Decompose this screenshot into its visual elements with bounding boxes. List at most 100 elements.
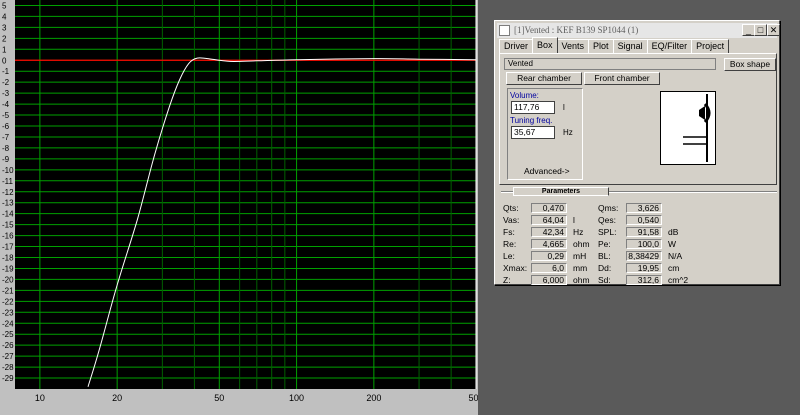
param-value: 42,34 (531, 227, 567, 237)
param-unit: Hz (573, 227, 584, 237)
parameters-caption: Parameters (513, 187, 609, 196)
y-tick-label: 4 (2, 12, 7, 21)
app-icon (499, 25, 510, 36)
y-tick-label: -9 (2, 155, 10, 164)
param-label: Z: (503, 275, 511, 285)
x-tick-label: 50 (214, 393, 224, 403)
tab-eq-filter[interactable]: EQ/Filter (646, 39, 693, 53)
maximize-button[interactable]: □ (754, 24, 767, 36)
parameters-section-header: Parameters (501, 187, 777, 196)
y-tick-label: -16 (2, 232, 14, 241)
param-unit: cm (668, 263, 680, 273)
close-button[interactable]: ✕ (767, 24, 780, 36)
speaker-box-icon (662, 93, 714, 163)
param-value: 4,665 (531, 239, 567, 249)
y-tick-label: -5 (2, 111, 10, 120)
param-unit: W (668, 239, 677, 249)
y-tick-label: -24 (2, 319, 14, 328)
param-unit: mm (573, 263, 588, 273)
volume-input[interactable]: 117,76 (511, 101, 555, 114)
tab-driver[interactable]: Driver (499, 39, 533, 53)
param-value: 0,29 (531, 251, 567, 261)
param-unit: ohm (573, 239, 590, 249)
y-tick-label: -8 (2, 144, 10, 153)
param-unit: dB (668, 227, 679, 237)
rear-chamber-button[interactable]: Rear chamber (506, 72, 582, 85)
volume-unit: l (563, 103, 565, 112)
param-unit: N/A (668, 251, 683, 261)
param-value: 0,470 (531, 203, 567, 213)
param-unit: mH (573, 251, 587, 261)
y-tick-label: -12 (2, 188, 14, 197)
y-tick-label: -23 (2, 308, 14, 317)
tuning-freq-input[interactable]: 35,67 (511, 126, 555, 139)
param-value: 100,0 (626, 239, 662, 249)
param-value: 6,000 (531, 275, 567, 285)
tuning-freq-label: Tuning freq. (510, 116, 553, 125)
y-tick-label: -15 (2, 221, 14, 230)
param-value: 312,6 (626, 275, 662, 285)
tab-vents[interactable]: Vents (556, 39, 590, 53)
y-tick-label: 0 (2, 56, 7, 65)
y-tick-label: -6 (2, 122, 10, 131)
x-tick-label: 20 (112, 393, 122, 403)
y-tick-label: 5 (2, 1, 7, 10)
y-tick-label: -18 (2, 254, 14, 263)
x-tick-label: 500 (468, 393, 478, 403)
param-value: 3,626 (626, 203, 662, 213)
param-value: 0,540 (626, 215, 662, 225)
y-tick-label: -1 (2, 67, 10, 76)
param-label: Qts: (503, 203, 519, 213)
param-label: Re: (503, 239, 517, 249)
y-tick-label: -13 (2, 199, 14, 208)
y-tick-label: 2 (2, 34, 7, 43)
y-tick-label: -25 (2, 330, 14, 339)
box-parameters-group: Volume: 117,76 l Tuning freq. 35,67 Hz A… (507, 88, 583, 180)
tab-box[interactable]: Box (532, 37, 558, 53)
advanced-button[interactable]: Advanced-> (524, 166, 570, 176)
box-shape-button[interactable]: Box shape (724, 58, 776, 71)
param-value: 19,95 (626, 263, 662, 273)
title-main: Vented : KEF B139 SP1044 (1) (524, 25, 639, 35)
param-unit: l (573, 215, 575, 225)
desktop: 5 4 3 2 1 0 -1 -2 -3 -4 -5 -6 -7 -8 -9 -10 -11 -12 -13 -14-… (0, 0, 800, 415)
tab-strip: Driver Box Vents Plot Signal EQ/Filter P… (499, 37, 730, 53)
y-tick-label: -26 (2, 341, 14, 350)
param-label: Le: (503, 251, 515, 261)
param-label: Qes: (598, 215, 616, 225)
box-type-select[interactable]: Vented (504, 58, 716, 70)
y-tick-label: -17 (2, 243, 14, 252)
frequency-response-plot[interactable]: 5 4 3 2 1 0 -1 -2 -3 -4 -5 -6 -7 -8 -9 -10 -11 -12 -13 -14-… (0, 0, 478, 415)
param-label: Dd: (598, 263, 612, 273)
param-label: BL: (598, 251, 611, 261)
box-tab-panel: Vented Box shape Rear chamber Front cham… (499, 53, 777, 185)
title-prefix: [1] (514, 25, 525, 35)
tab-plot[interactable]: Plot (588, 39, 614, 53)
param-value: 91,58 (626, 227, 662, 237)
plot-area[interactable] (15, 0, 476, 389)
plot-canvas[interactable]: 543210-1-2-3-4-5-6-7-8-9-10-11-12-13-14-… (0, 0, 478, 415)
title-bar[interactable]: [1]Vented : KEF B139 SP1044 (1) _ □ ✕ (497, 23, 780, 38)
tuning-freq-unit: Hz (563, 128, 573, 137)
param-unit: ohm (573, 275, 590, 285)
x-tick-label: 10 (35, 393, 45, 403)
window-title: [1]Vented : KEF B139 SP1044 (1) (514, 25, 638, 35)
x-tick-label: 200 (366, 393, 381, 403)
param-label: SPL: (598, 227, 617, 237)
y-tick-label: -10 (2, 166, 14, 175)
vented-box-dialog[interactable]: [1]Vented : KEF B139 SP1044 (1) _ □ ✕ Dr… (494, 20, 780, 285)
x-tick-label: 100 (289, 393, 304, 403)
y-tick-label: -11 (2, 177, 14, 186)
param-label: Xmax: (503, 263, 528, 273)
box-shape-preview (660, 91, 716, 165)
param-label: Pe: (598, 239, 611, 249)
y-tick-label: -22 (2, 297, 14, 306)
param-value: 6,0 (531, 263, 567, 273)
tab-project[interactable]: Project (691, 39, 730, 53)
param-value: 64,04 (531, 215, 567, 225)
y-tick-label: -21 (2, 286, 14, 295)
param-label: Vas: (503, 215, 520, 225)
y-tick-label: -28 (2, 363, 14, 372)
tab-signal[interactable]: Signal (612, 39, 648, 53)
front-chamber-button[interactable]: Front chamber (584, 72, 660, 85)
